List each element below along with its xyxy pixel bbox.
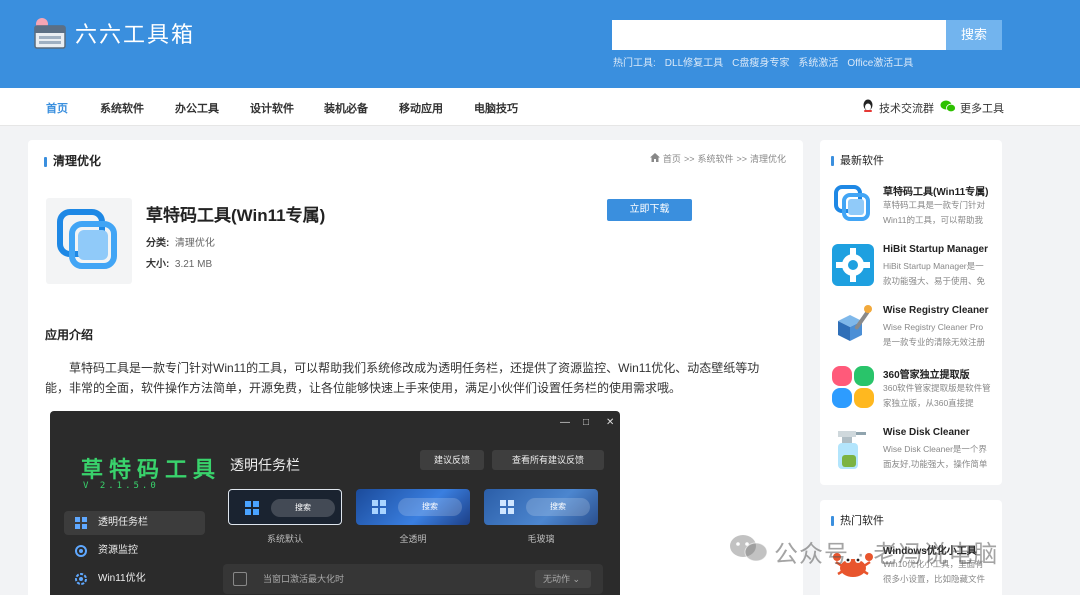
category-link[interactable]: 清理优化: [175, 238, 215, 249]
app-name: 草特码工具(Win11专属): [146, 206, 326, 225]
main-nav: 首页 系统软件 办公工具 设计软件 装机必备 移动应用 电脑技巧 技术交流群 更…: [0, 88, 1080, 126]
registry-cubes-icon: [830, 303, 876, 349]
intro-title: 应用介绍: [45, 328, 94, 342]
breadcrumb-system-software[interactable]: 系统软件: [697, 152, 733, 165]
hot-link-office[interactable]: Office激活工具: [847, 54, 913, 69]
minimize-icon: —: [560, 417, 570, 428]
screenshot-feedback-btn: 建议反馈: [420, 450, 484, 470]
more-tools-label: 更多工具: [960, 102, 1004, 115]
taskbar-label-frosted: 毛玻璃: [527, 534, 555, 544]
sidebar-latest-item[interactable]: Wise Disk Cleaner Wise Disk Cleaner是一个界面…: [830, 425, 1000, 477]
sidebar-latest-title: 最新软件: [831, 152, 884, 168]
maximize-icon: □: [583, 417, 590, 428]
more-tools-link[interactable]: 更多工具: [940, 99, 1004, 116]
nav-system-software[interactable]: 系统软件: [100, 100, 144, 116]
toolbox-icon: [33, 16, 67, 50]
screenshot-app-title: 草特码工具: [81, 457, 222, 483]
search-pill: 搜索: [526, 498, 590, 516]
breadcrumb-current: 清理优化: [749, 154, 786, 164]
hot-tools: 热门工具: DLL修复工具 C盘瘦身专家 系统激活 Office激活工具: [613, 54, 913, 69]
nav-design-software[interactable]: 设计软件: [250, 100, 294, 116]
home-icon: [649, 153, 660, 164]
hot-tools-label: 热门工具:: [613, 58, 656, 69]
main-content: 清理优化 首页 >> 系统软件 >> 清理优化 草特码工具(Win11专属) 分…: [28, 140, 803, 595]
app-size: 大小: 3.21 MB: [146, 259, 213, 270]
taskbar-icon: [74, 516, 88, 530]
screenshot-all-feedback-btn: 查看所有建议反馈: [492, 450, 604, 470]
windows-logo-icon: [500, 500, 514, 514]
sidebar-latest-item[interactable]: Wise Registry Cleaner Wise Registry Clea…: [830, 303, 1000, 355]
sidebar-latest-item[interactable]: HiBit Startup Manager HiBit Startup Mana…: [830, 242, 1000, 294]
watermark: 公众号 · 老冯说电脑: [728, 533, 998, 570]
screenshot-heading: 透明任务栏: [230, 457, 300, 473]
windows-logo-icon: [245, 501, 259, 515]
app-screenshot: — □ ✕ 草特码工具 V 2.1.5.0 透明任务栏 资源监控 Win11优化…: [50, 411, 620, 595]
sidebar-hot-title: 热门软件: [831, 512, 884, 528]
hot-link-dll[interactable]: DLL修复工具: [665, 54, 723, 69]
screenshot-setting-row: 当窗口激活最大化时 无动作 ⌄: [223, 564, 603, 594]
site-name: 六六工具箱: [75, 23, 196, 48]
screenshot-menu-taskbar: 透明任务栏: [64, 511, 205, 535]
wechat-watermark-icon: [728, 533, 768, 570]
nav-essentials[interactable]: 装机必备: [324, 100, 368, 116]
monitor-gear-icon: [74, 544, 88, 558]
gear-puzzle-icon: [830, 242, 876, 288]
tech-group-label: 技术交流群: [879, 102, 934, 115]
tech-group-link[interactable]: 技术交流群: [861, 99, 934, 116]
hot-link-cdisk[interactable]: C盘瘦身专家: [732, 54, 789, 69]
qq-penguin-icon: [861, 99, 875, 116]
taskbar-preview-transparent: 搜索: [356, 489, 470, 525]
colorful-petals-icon: [830, 364, 876, 410]
sidebar-latest: 最新软件 草特码工具(Win11专属) 草特码工具是一款专门针对Win11的工具…: [820, 140, 1002, 485]
taskbar-label-transparent: 全透明: [399, 534, 427, 544]
screenshot-menu-win11: Win11优化: [64, 567, 205, 591]
app-icon: [46, 198, 132, 284]
taskbar-label-default: 系统默认: [266, 534, 303, 544]
nav-mobile-apps[interactable]: 移动应用: [399, 100, 443, 116]
nav-pc-tips[interactable]: 电脑技巧: [474, 100, 518, 116]
download-button[interactable]: 立即下载: [607, 199, 692, 221]
windows-logo-icon: [372, 500, 386, 514]
close-icon: ✕: [606, 417, 615, 428]
blue-squares-icon: [57, 209, 117, 269]
hot-link-activate[interactable]: 系统激活: [798, 54, 838, 69]
app-category: 分类: 清理优化: [146, 238, 215, 249]
search-button[interactable]: 搜索: [946, 20, 1002, 50]
screenshot-menu-monitor: 资源监控: [64, 539, 205, 563]
breadcrumb: 首页 >> 系统软件 >> 清理优化: [649, 152, 786, 165]
sidebar-latest-item[interactable]: 草特码工具(Win11专属) 草特码工具是一款专门针对Win11的工具，可以帮助…: [830, 181, 1000, 233]
section-title: 清理优化: [44, 152, 101, 169]
site-logo[interactable]: 六六工具箱: [33, 16, 195, 50]
taskbar-preview-frosted: 搜索: [484, 489, 598, 525]
screenshot-version: V 2.1.5.0: [83, 481, 159, 491]
nav-office-tools[interactable]: 办公工具: [175, 100, 219, 116]
nav-home[interactable]: 首页: [46, 100, 68, 116]
wechat-icon: [940, 99, 956, 116]
screenshot-select: 无动作 ⌄: [535, 570, 591, 588]
window-maximize-icon: [233, 572, 247, 586]
intro-text: 草特码工具是一款专门针对Win11的工具，可以帮助我们系统修改成为透明任务栏，还…: [45, 361, 760, 395]
site-header: 六六工具箱 搜索 热门工具: DLL修复工具 C盘瘦身专家 系统激活 Offic…: [0, 0, 1080, 88]
breadcrumb-home[interactable]: 首页: [663, 152, 681, 165]
search-pill: 搜索: [271, 499, 335, 517]
sidebar-latest-item[interactable]: 360管家独立提取版 360软件管家提取版是软件管家独立版，从360直接提: [830, 364, 1000, 416]
taskbar-preview-default: 搜索: [228, 489, 342, 525]
blue-squares-icon: [830, 181, 876, 227]
search-input[interactable]: [612, 20, 946, 50]
search-pill: 搜索: [398, 498, 462, 516]
spray-bottle-icon: [830, 425, 876, 471]
optimize-gear-icon: [74, 572, 88, 586]
